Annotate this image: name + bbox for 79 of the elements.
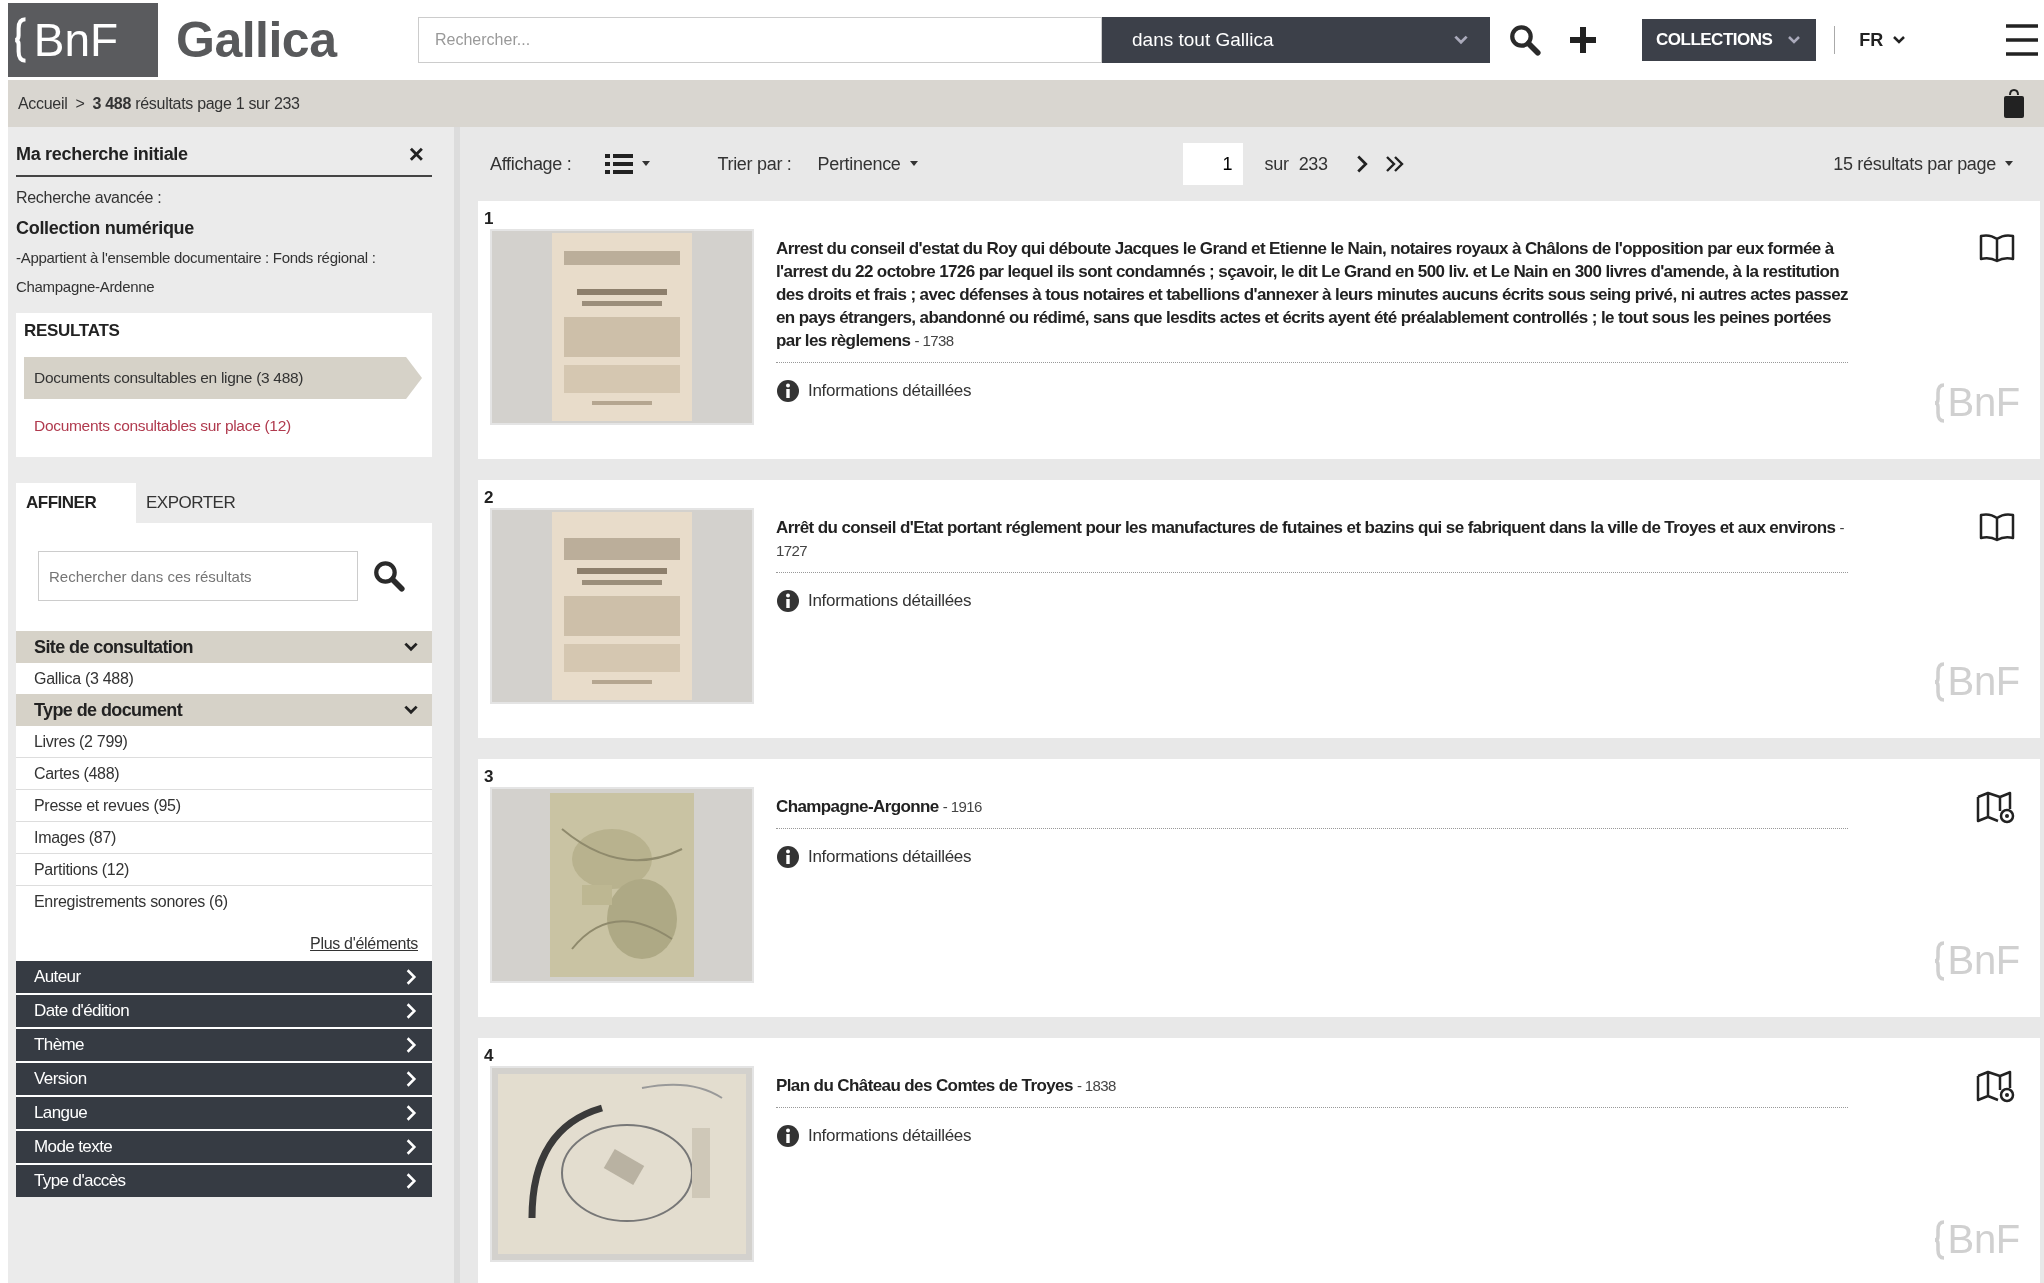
facet-header[interactable]: Thème — [16, 1029, 432, 1061]
bracket-icon — [1933, 940, 1946, 981]
details-link[interactable]: Informations détaillées — [808, 847, 972, 867]
map-icon — [1976, 791, 2016, 825]
facet-item[interactable]: Gallica (3 488) — [16, 663, 432, 694]
results-option[interactable]: Documents consultables en ligne (3 488) — [24, 357, 422, 399]
query-label: Recherche avancée : — [16, 188, 163, 208]
facet-item[interactable]: Livres (2 799) — [16, 726, 432, 758]
result-title[interactable]: Champagne-Argonne - 1916 — [776, 795, 1848, 829]
refine-search-field[interactable]: Rechercher dans ces résultats — [38, 551, 358, 601]
facet-header[interactable]: Langue — [16, 1097, 432, 1129]
section-heading: RESULTATS — [24, 321, 121, 342]
results-option[interactable]: Documents consultables sur place (12) — [24, 405, 422, 447]
tab[interactable]: AFFINER — [16, 483, 136, 523]
facet-header[interactable]: Version — [16, 1063, 432, 1095]
panel-title: Ma recherche initiale — [16, 143, 188, 165]
bag-icon[interactable] — [2002, 88, 2026, 119]
caret-icon — [908, 161, 919, 167]
last-page-icon[interactable] — [1383, 154, 1406, 174]
facet-header[interactable]: Mode texte — [16, 1131, 432, 1163]
results-summary: 3 488 résultats page 1 sur 233 — [92, 94, 300, 113]
bracket-icon — [1933, 661, 1946, 702]
facet-item[interactable]: Images (87) — [16, 822, 432, 854]
result-number: 1 — [484, 209, 495, 229]
facet-item[interactable]: Presse et revues (95) — [16, 790, 432, 822]
bracket-icon — [1933, 382, 1946, 423]
details-link[interactable]: Informations détaillées — [808, 381, 972, 401]
result-title[interactable]: Plan du Château des Comtes de Troyes - 1838 — [776, 1074, 1848, 1108]
page-of-text: sur — [1264, 153, 1289, 175]
collections-button[interactable]: COLLECTIONS — [1642, 19, 1817, 61]
facet-item[interactable]: Partitions (12) — [16, 854, 432, 886]
logo[interactable]: BnF — [8, 3, 158, 77]
result-number: 4 — [484, 1046, 495, 1066]
facet-item[interactable]: Cartes (488) — [16, 758, 432, 790]
facet-header[interactable]: Auteur — [16, 961, 432, 993]
tab[interactable]: EXPORTER — [136, 483, 269, 523]
plus-icon[interactable] — [1568, 25, 1598, 55]
result-title[interactable]: Arrêt du conseil d'Etat portant réglement pour les manufactures de futaines et bazins qui se fabriquent dans la ville de Troyes et aux environs - 1727 — [776, 516, 1848, 573]
book-icon — [1978, 512, 2016, 542]
result-number: 3 — [484, 767, 495, 787]
facet-header[interactable]: Site de consultation — [16, 631, 432, 663]
result-number: 2 — [484, 488, 495, 508]
language-selector[interactable]: FR — [1853, 28, 1914, 52]
search-field[interactable]: Rechercher... — [418, 17, 1102, 63]
bracket-icon — [1933, 1219, 1946, 1260]
search-icon[interactable] — [372, 559, 406, 593]
facet-header[interactable]: Type d'accès — [16, 1165, 432, 1197]
book-icon — [1978, 233, 2016, 263]
caret-icon — [641, 161, 652, 167]
per-page-dropdown[interactable]: 15 résultats par page — [1827, 152, 2020, 176]
facet-item[interactable]: Enregistrements sonores (6) — [16, 886, 432, 917]
collection-text: Collection numérique — [16, 217, 196, 240]
info-icon — [776, 379, 800, 403]
caret-icon — [2004, 161, 2014, 167]
info-icon — [776, 589, 800, 613]
page-field[interactable]: 1 — [1182, 143, 1243, 185]
details-link[interactable]: Informations détaillées — [808, 591, 972, 611]
home-link[interactable]: Accueil — [18, 94, 68, 113]
site-name[interactable]: Gallica — [176, 11, 406, 69]
list-view-icon — [605, 154, 634, 174]
filter-text: -Appartient à l'ensemble documentaire : Fonds régional : Champagne-Ardenne — [16, 248, 377, 297]
menu-icon[interactable] — [2004, 23, 2040, 57]
close-button[interactable]: × — [400, 138, 432, 170]
search-icon[interactable] — [1508, 23, 1542, 57]
map-icon — [1976, 1070, 2016, 1104]
display-label: Affichage : — [490, 153, 572, 175]
scope-dropdown[interactable]: dans tout Gallica — [1102, 17, 1490, 63]
more-link[interactable]: Plus d'éléments — [16, 917, 432, 961]
info-icon — [776, 845, 800, 869]
sort-label: Trier par : — [717, 153, 792, 175]
result-title[interactable]: Arrest du conseil d'estat du Roy qui déboute Jacques le Grand et Etienne le Nain, notaires royaux à Châlons de l'opposition par eux formée à l'arrest du 22 octobre 1726 par lequel ils sont condamnés ; sçavoir, le dit Le Grand en 500 liv. et Le Nain en 300 livres d'amende, à la restitution des droits et frais ; avec défenses à tous notaires et tabellions d'annexer à leurs minutes aucuns écrits sous seing privé, ni autres actes passez en pays étrangers, abandonné ou rédimé, sans que lesdits actes et écrits ayent été préalablement controllés ; le tout sous les peines portées par les règlemens - 1738 — [776, 237, 1848, 363]
page-total: 233 — [1298, 153, 1328, 175]
bracket-icon — [14, 17, 28, 63]
details-link[interactable]: Informations détaillées — [808, 1126, 972, 1146]
facet-header[interactable]: Type de document — [16, 694, 432, 726]
sort-dropdown[interactable]: Pertinence — [811, 152, 925, 176]
separator-text: > — [75, 94, 85, 113]
facet-header[interactable]: Date d'édition — [16, 995, 432, 1027]
info-icon — [776, 1124, 800, 1148]
